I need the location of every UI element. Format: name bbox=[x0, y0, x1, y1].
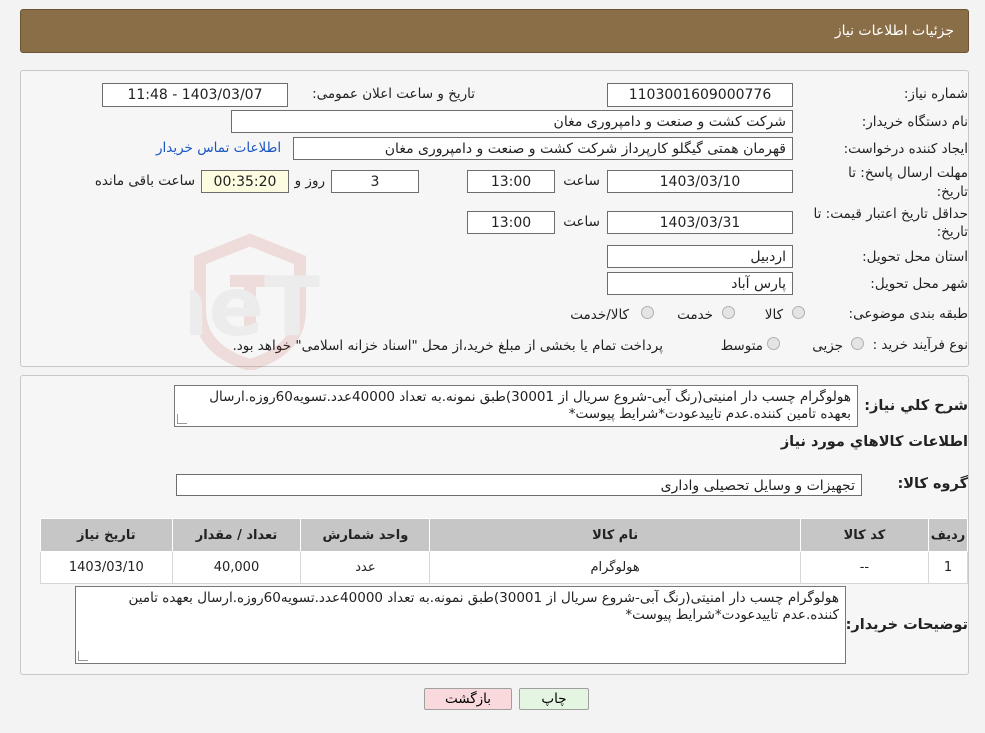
goods-table-header: رديف کد کالا نام کالا واحد شمارش تعداد /… bbox=[40, 518, 968, 552]
process-note: پرداخت تمام یا بخشی از مبلغ خرید،از محل … bbox=[232, 338, 663, 354]
province-field: اردبیل bbox=[607, 245, 793, 268]
days-label: روز و bbox=[294, 173, 325, 189]
deadline-date-label: تاریخ: bbox=[936, 184, 968, 200]
print-button[interactable]: چاپ bbox=[519, 688, 589, 710]
remaining-time-label: ساعت باقی مانده bbox=[94, 173, 195, 189]
column-item-code: کد کالا bbox=[799, 518, 930, 552]
buyer-notes-text: هولوگرام چسب دار امنیتی(رنگ آبی-شروع سری… bbox=[128, 590, 839, 623]
column-unit: واحد شمارش bbox=[300, 518, 431, 552]
process-minor-radio[interactable] bbox=[851, 337, 864, 350]
creator-label: ایجاد کننده درخواست: bbox=[843, 141, 968, 157]
category-service-label: خدمت bbox=[677, 307, 713, 323]
summary-label: شرح کلي نياز: bbox=[864, 398, 968, 414]
cell-row-number: 1 bbox=[928, 551, 968, 584]
cell-need-date: 1403/03/10 bbox=[40, 551, 173, 584]
column-need-date: تاریخ نیاز bbox=[40, 518, 173, 552]
validity-date-label: تاریخ: bbox=[936, 224, 968, 240]
deadline-label: مهلت ارسال پاسخ: تا bbox=[848, 165, 968, 181]
category-goods-radio[interactable] bbox=[792, 306, 805, 319]
cell-quantity: 40,000 bbox=[171, 551, 302, 584]
process-medium-radio[interactable] bbox=[767, 337, 780, 350]
category-goods-label: کالا bbox=[764, 307, 783, 323]
province-label: استان محل تحویل: bbox=[862, 249, 968, 265]
announce-field: 1403/03/07 - 11:48 bbox=[102, 83, 288, 107]
goods-group-label: گروه کالا: bbox=[897, 476, 968, 492]
summary-textarea[interactable]: هولوگرام چسب دار امنیتی(رنگ آبی-شروع سری… bbox=[174, 385, 858, 427]
back-button[interactable]: بازگشت bbox=[424, 688, 512, 710]
need-number-label: شماره نیاز: bbox=[903, 86, 968, 102]
process-medium-label: متوسط bbox=[720, 338, 763, 354]
validity-time-field: 13:00 bbox=[467, 211, 555, 234]
buyer-notes-label: توضیحات خریدار: bbox=[845, 617, 968, 633]
creator-field: قهرمان همتی گیگلو کارپرداز شرکت کشت و صن… bbox=[293, 137, 793, 160]
need-number-field: 1103001609000776 bbox=[607, 83, 793, 107]
validity-time-label: ساعت bbox=[563, 214, 600, 230]
column-quantity: تعداد / مقدار bbox=[171, 518, 302, 552]
page-header: جزئیات اطلاعات نیاز bbox=[20, 9, 969, 53]
deadline-time-field: 13:00 bbox=[467, 170, 555, 193]
category-service-radio[interactable] bbox=[722, 306, 735, 319]
buyer-notes-textarea[interactable]: هولوگرام چسب دار امنیتی(رنگ آبی-شروع سری… bbox=[75, 586, 846, 664]
validity-date-field: 1403/03/31 bbox=[607, 211, 793, 234]
days-field: 3 bbox=[331, 170, 419, 193]
resize-grip-icon[interactable] bbox=[177, 414, 187, 424]
column-row-number: رديف bbox=[928, 518, 968, 552]
city-field: پارس آباد bbox=[607, 272, 793, 295]
deadline-date-field: 1403/03/10 bbox=[607, 170, 793, 193]
category-both-radio[interactable] bbox=[641, 306, 654, 319]
cell-unit: عدد bbox=[300, 551, 431, 584]
resize-grip-icon[interactable] bbox=[78, 651, 88, 661]
cell-item-name: هولوگرام bbox=[429, 551, 801, 584]
buyer-org-label: نام دستگاه خریدار: bbox=[861, 114, 968, 130]
goods-section-title: اطلاعات کالاهاي مورد نياز bbox=[780, 434, 968, 450]
category-label: طبقه بندی موضوعی: bbox=[848, 306, 968, 322]
page-title: جزئیات اطلاعات نیاز bbox=[834, 23, 954, 39]
process-label: نوع فرآیند خرید : bbox=[872, 337, 968, 353]
column-item-name: نام کالا bbox=[429, 518, 801, 552]
buyer-org-field: شرکت کشت و صنعت و دامپروری مغان bbox=[231, 110, 793, 133]
announce-label: تاریخ و ساعت اعلان عمومی: bbox=[312, 86, 475, 102]
contact-info-link[interactable]: اطلاعات تماس خریدار bbox=[156, 140, 281, 156]
summary-text: هولوگرام چسب دار امنیتی(رنگ آبی-شروع سری… bbox=[209, 389, 851, 422]
city-label: شهر محل تحویل: bbox=[870, 276, 968, 292]
table-row: 1 -- هولوگرام عدد 40,000 1403/03/10 bbox=[40, 551, 968, 584]
category-both-label: کالا/خدمت bbox=[570, 307, 629, 323]
remaining-time-field: 00:35:20 bbox=[201, 170, 289, 193]
goods-group-field: تجهیزات و وسایل تحصیلی واداری bbox=[176, 474, 862, 496]
cell-item-code: -- bbox=[799, 551, 930, 584]
deadline-time-label: ساعت bbox=[563, 173, 600, 189]
validity-label: حداقل تاریخ اعتبار قیمت: تا bbox=[813, 206, 968, 222]
process-minor-label: جزیی bbox=[812, 338, 843, 354]
goods-table: رديف کد کالا نام کالا واحد شمارش تعداد /… bbox=[40, 518, 968, 584]
